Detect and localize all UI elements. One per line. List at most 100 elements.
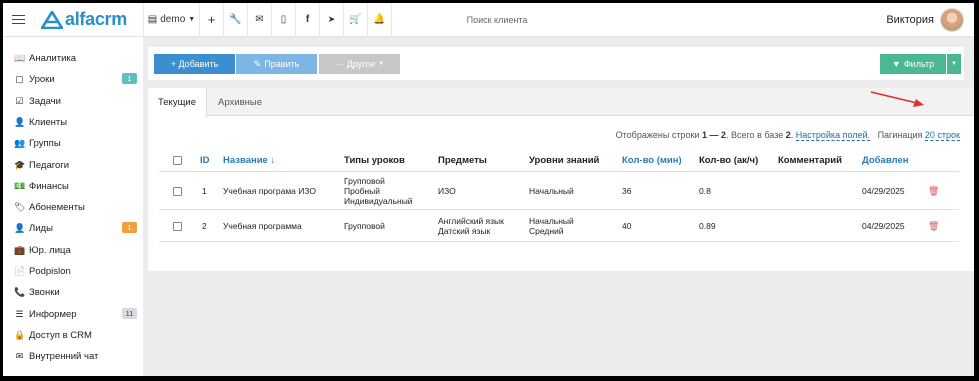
branch-label: demo — [160, 14, 186, 25]
pagination-link[interactable]: 20 строк — [924, 130, 960, 141]
sidebar-item-7[interactable]: 🏷 Абонементы — [3, 197, 143, 218]
document-icon: 📄 — [14, 266, 26, 276]
bell-icon[interactable]: 🔔 — [368, 3, 391, 37]
phone-icon[interactable]: ▯ — [272, 3, 295, 37]
rows-info: Отображены строки 1 — 2. Всего в базе 2.… — [615, 130, 960, 141]
sidebar-item-9[interactable]: 💼 Юр. лица — [3, 240, 143, 261]
app-window: alfacrm ▤ demo ▼ + 🔧 ✉ ▯ f ➤ 🛒 🔔 Поиск к… — [3, 3, 974, 376]
ellipsis-icon: ··· — [334, 59, 344, 69]
cell-lesson-types: Групповой — [344, 221, 385, 231]
action-bar: + Добавить ✎ Править ··· Другое ▼ ▼ Филь… — [148, 47, 964, 80]
sidebar: 📖 Аналитика ▢ Уроки 1 ☑ Задачи 👤 Клиенты 👥 Группы 🎓… — [3, 37, 143, 376]
col-added[interactable]: Добавлен — [862, 148, 908, 172]
filter-dropdown-button[interactable]: ▼ — [947, 54, 961, 74]
tab-current[interactable]: Текущие — [148, 88, 207, 117]
branch-selector[interactable]: ▤ demo ▼ — [144, 3, 199, 37]
sidebar-item-6[interactable]: 💵 Финансы — [3, 176, 143, 197]
rows-range: 1 — 2 — [701, 130, 726, 140]
select-all-checkbox[interactable] — [173, 148, 182, 172]
calendar-icon: ▢ — [15, 74, 24, 85]
cell-name[interactable]: Учебная програма ИЗО — [223, 186, 316, 196]
group-icon: 👥 — [14, 138, 26, 149]
sidebar-item-2[interactable]: ☑ Задачи — [3, 91, 143, 112]
sidebar-item-0[interactable]: 📖 Аналитика — [3, 48, 143, 69]
cell-subjects-line: ИЗО — [438, 186, 456, 196]
caret-down-icon: ▼ — [378, 61, 385, 67]
sidebar-item-label: Аналитика — [29, 53, 77, 64]
sidebar-item-5[interactable]: 🎓 Педагоги — [3, 155, 143, 176]
sidebar-item-label: Клиенты — [29, 116, 68, 128]
sidebar-item-label: Звонки — [29, 287, 60, 299]
filter-button[interactable]: ▼ Фильтр — [880, 54, 946, 74]
cell-lesson-types-line: Групповой — [344, 221, 385, 231]
col-minutes[interactable]: Кол-во (мин) — [622, 148, 682, 172]
tab-archive[interactable]: Архивные — [207, 88, 273, 116]
menu-icon[interactable] — [3, 3, 33, 37]
sidebar-item-10[interactable]: 📄 Podpislon — [3, 261, 143, 282]
task-icon: ☑ — [15, 95, 24, 106]
cell-name[interactable]: Учебная программа — [223, 221, 302, 231]
cell-added: 04/29/2025 — [862, 186, 905, 196]
sidebar-item-13[interactable]: 🔒 Доступ в CRM — [3, 325, 143, 346]
chart-icon: 📖 — [14, 53, 26, 63]
cart-icon[interactable]: 🛒 — [344, 3, 367, 37]
logo-icon — [41, 10, 63, 29]
user-name: Виктория — [886, 14, 934, 26]
row-checkbox[interactable] — [173, 221, 182, 231]
cell-subjects-line: Датский язык — [438, 226, 491, 236]
sidebar-item-label: Юр. лица — [29, 244, 71, 256]
plus-icon[interactable]: + — [200, 3, 223, 37]
pagination-label: Пагинация — [877, 130, 923, 140]
filter-icon: ▼ — [891, 59, 901, 69]
cell-subjects: ИЗО — [438, 186, 456, 196]
cell-subjects: Английский язык Датский язык — [438, 216, 504, 236]
sidebar-item-3[interactable]: 👤 Клиенты — [3, 112, 143, 133]
cell-id: 2 — [202, 221, 207, 231]
cell-lesson-types-line: Пробный — [344, 186, 380, 196]
user-icon: 👤 — [14, 116, 26, 127]
sidebar-item-label: Внутренний чат — [29, 351, 99, 363]
col-id[interactable]: ID — [200, 148, 210, 172]
cell-levels: Начальный — [529, 186, 574, 196]
wrench-icon[interactable]: 🔧 — [224, 3, 247, 37]
row-checkbox[interactable] — [173, 186, 182, 196]
add-button[interactable]: + Добавить — [154, 54, 235, 74]
brand-name: alfacrm — [65, 9, 127, 29]
sidebar-item-label: Абонементы — [29, 202, 85, 214]
other-button[interactable]: ··· Другое ▼ — [319, 54, 400, 74]
building-icon: ▤ — [147, 14, 158, 25]
mail-icon[interactable]: ✉ — [248, 3, 271, 37]
edit-button[interactable]: ✎ Править — [236, 54, 317, 74]
field-settings-link[interactable]: Настройка полей. — [795, 130, 871, 141]
table-row[interactable]: 2 Учебная программа Групповой Английский яз… — [159, 210, 959, 242]
sidebar-item-label: Информер — [29, 308, 77, 320]
delete-icon[interactable]: 🗑 — [928, 186, 939, 196]
sidebar-item-4[interactable]: 👥 Группы — [3, 133, 143, 154]
sidebar-item-label: Доступ в CRM — [29, 329, 92, 341]
table-header: ID Название ↓ Типы уроков Предметы Уровн… — [159, 148, 959, 172]
top-bar: alfacrm ▤ demo ▼ + 🔧 ✉ ▯ f ➤ 🛒 🔔 Поиск к… — [3, 3, 974, 37]
telegram-icon[interactable]: ➤ — [320, 3, 343, 37]
table-row[interactable]: 1 Учебная програма ИЗО Групповой Пробный Инд… — [159, 172, 959, 210]
col-lesson-types: Типы уроков — [344, 154, 405, 166]
facebook-icon[interactable]: f — [296, 3, 319, 37]
sidebar-item-8[interactable]: 👤 Лиды 1 — [3, 218, 143, 239]
sidebar-item-12[interactable]: ☰ Информер 11 — [3, 304, 143, 325]
user-menu[interactable]: Виктория — [886, 3, 964, 37]
sidebar-item-label: Уроки — [29, 74, 55, 86]
delete-icon[interactable]: 🗑 — [928, 221, 939, 231]
money-icon: 💵 — [14, 180, 26, 191]
col-name[interactable]: Название ↓ — [223, 148, 275, 172]
sidebar-item-label: Педагоги — [29, 159, 70, 171]
sidebar-item-1[interactable]: ▢ Уроки 1 — [3, 69, 143, 90]
sidebar-item-11[interactable]: 📞 Звонки — [3, 282, 143, 303]
caret-down-icon: ▼ — [188, 16, 196, 23]
tag-icon: 🏷 — [14, 202, 26, 213]
briefcase-icon: 💼 — [14, 244, 26, 255]
sidebar-item-14[interactable]: ✉ Внутренний чат — [3, 346, 143, 367]
client-search-input[interactable]: Поиск клиента — [392, 3, 592, 37]
total-count: 2 — [785, 130, 791, 140]
cell-minutes: 36 — [622, 186, 632, 196]
sidebar-item-label: Задачи — [29, 95, 61, 107]
logo[interactable]: alfacrm — [41, 9, 143, 30]
